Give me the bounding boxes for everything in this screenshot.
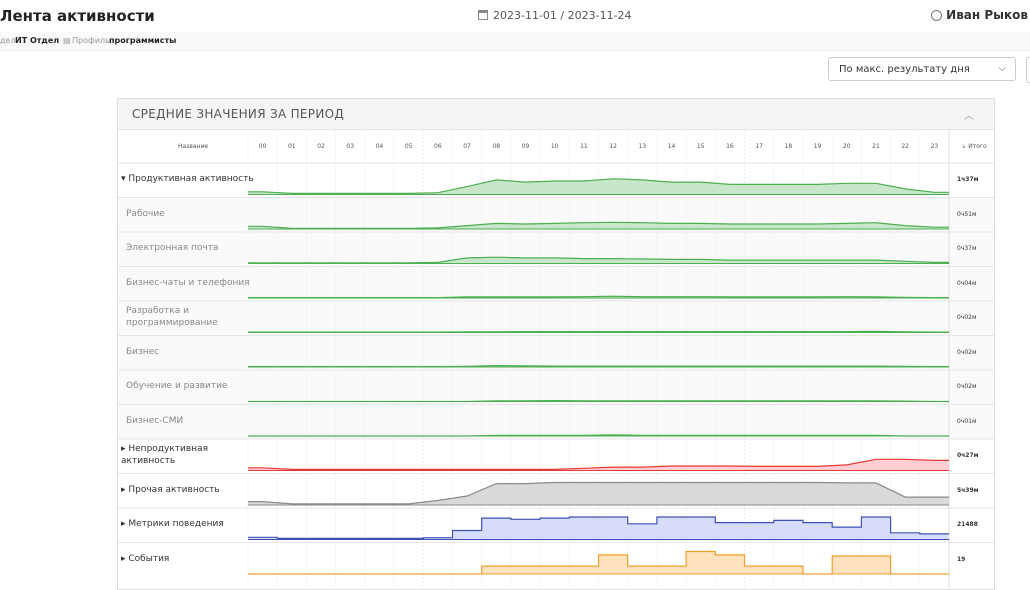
sort-select[interactable]: По макс. результату дня ⌵ xyxy=(828,57,1016,81)
row-name: Разработка и программирование xyxy=(126,306,218,329)
row-name: Электронная почта xyxy=(126,243,219,254)
hour-label: 14 xyxy=(667,143,676,150)
row-name: Рабочие xyxy=(126,208,165,219)
hour-label: 03 xyxy=(346,143,355,150)
row-background xyxy=(118,404,994,439)
hour-label: 01 xyxy=(287,143,296,150)
row-total: 0ч04м xyxy=(957,279,977,287)
hour-label: 22 xyxy=(901,143,909,150)
row-total: 0ч01м xyxy=(957,417,977,425)
hour-label: 06 xyxy=(434,143,442,150)
hour-label: 19 xyxy=(813,143,822,150)
row-name: Обучение и развитие xyxy=(126,381,228,392)
hour-label: 12 xyxy=(609,143,617,150)
breadcrumb-dept[interactable]: ИТ Отдел xyxy=(15,36,59,45)
row-background xyxy=(118,370,994,405)
hour-label: 23 xyxy=(930,143,939,150)
row-name[interactable]: ▸ Метрики поведения xyxy=(121,518,224,530)
hour-label: 02 xyxy=(317,143,325,150)
series-line xyxy=(248,330,949,333)
calendar-icon xyxy=(478,10,488,20)
toolbar-extra-button[interactable] xyxy=(1026,57,1030,83)
hour-label: 17 xyxy=(755,143,763,150)
user-menu[interactable]: Иван Рыков xyxy=(931,8,1028,22)
row-name[interactable]: ▸ События xyxy=(121,553,169,565)
hour-label: 15 xyxy=(696,143,705,150)
user-icon xyxy=(931,10,943,21)
profile-icon: ▤ xyxy=(63,36,71,45)
sort-select-value: По макс. результату дня xyxy=(839,64,970,75)
hour-label: 20 xyxy=(842,143,851,150)
hour-label: 21 xyxy=(872,143,880,150)
date-range-text: 2023-11-01 / 2023-11-24 xyxy=(493,9,632,22)
hour-label: 04 xyxy=(375,143,384,150)
row-name: Бизнес xyxy=(126,346,160,357)
row-name: Бизнес-СМИ xyxy=(126,415,184,426)
breadcrumb-profile[interactable]: программисты xyxy=(109,36,176,45)
app-title: Лента активности xyxy=(0,7,155,25)
row-total: 1ч37м xyxy=(957,176,979,184)
user-name: Иван Рыков xyxy=(946,8,1028,22)
hour-label: 09 xyxy=(521,143,530,150)
row-total: 0ч02м xyxy=(957,348,977,356)
row-background xyxy=(118,301,994,336)
row-total: 0ч51м xyxy=(957,210,977,218)
hour-label: 08 xyxy=(492,143,501,150)
hour-label: 00 xyxy=(258,143,267,150)
row-total: 19 xyxy=(957,555,966,563)
row-total: 21488 xyxy=(957,521,978,529)
hour-label: 05 xyxy=(404,143,413,150)
hour-label: 13 xyxy=(638,143,647,150)
date-range-picker[interactable]: 2023-11-01 / 2023-11-24 xyxy=(478,9,632,22)
row-total: 0ч02м xyxy=(957,314,977,322)
row-name: Бизнес-чаты и телефония xyxy=(126,277,250,288)
row-name[interactable]: ▸ Прочая активность xyxy=(121,484,220,496)
hour-label: 07 xyxy=(463,143,471,150)
breadcrumb-profile-label: Профиль xyxy=(72,36,110,45)
hour-label: 16 xyxy=(726,143,734,150)
chevron-down-icon: ⌵ xyxy=(998,63,1006,74)
row-total: 5ч39м xyxy=(957,486,979,494)
row-total: 0ч27м xyxy=(957,452,979,460)
hour-label: 10 xyxy=(550,143,559,150)
breadcrumb-dept-prefix: дел xyxy=(0,36,16,45)
row-name[interactable]: ▸ Непродуктивная активность xyxy=(121,443,208,467)
breadcrumb: дел ИТ Отдел ▤ Профиль программисты xyxy=(0,32,1030,51)
top-bar: Лента активности 2023-11-01 / 2023-11-24… xyxy=(0,0,1030,33)
row-total: 0ч37м xyxy=(957,245,977,253)
row-total: 0ч02м xyxy=(957,383,977,391)
row-background xyxy=(118,335,994,370)
hour-label: 18 xyxy=(784,143,793,150)
averages-panel: СРЕДНИЕ ЗНАЧЕНИЯ ЗА ПЕРИОД ︿ Название ⇣ … xyxy=(117,98,995,590)
row-name[interactable]: ▾ Продуктивная активность xyxy=(121,173,254,185)
hour-label: 11 xyxy=(580,143,588,150)
